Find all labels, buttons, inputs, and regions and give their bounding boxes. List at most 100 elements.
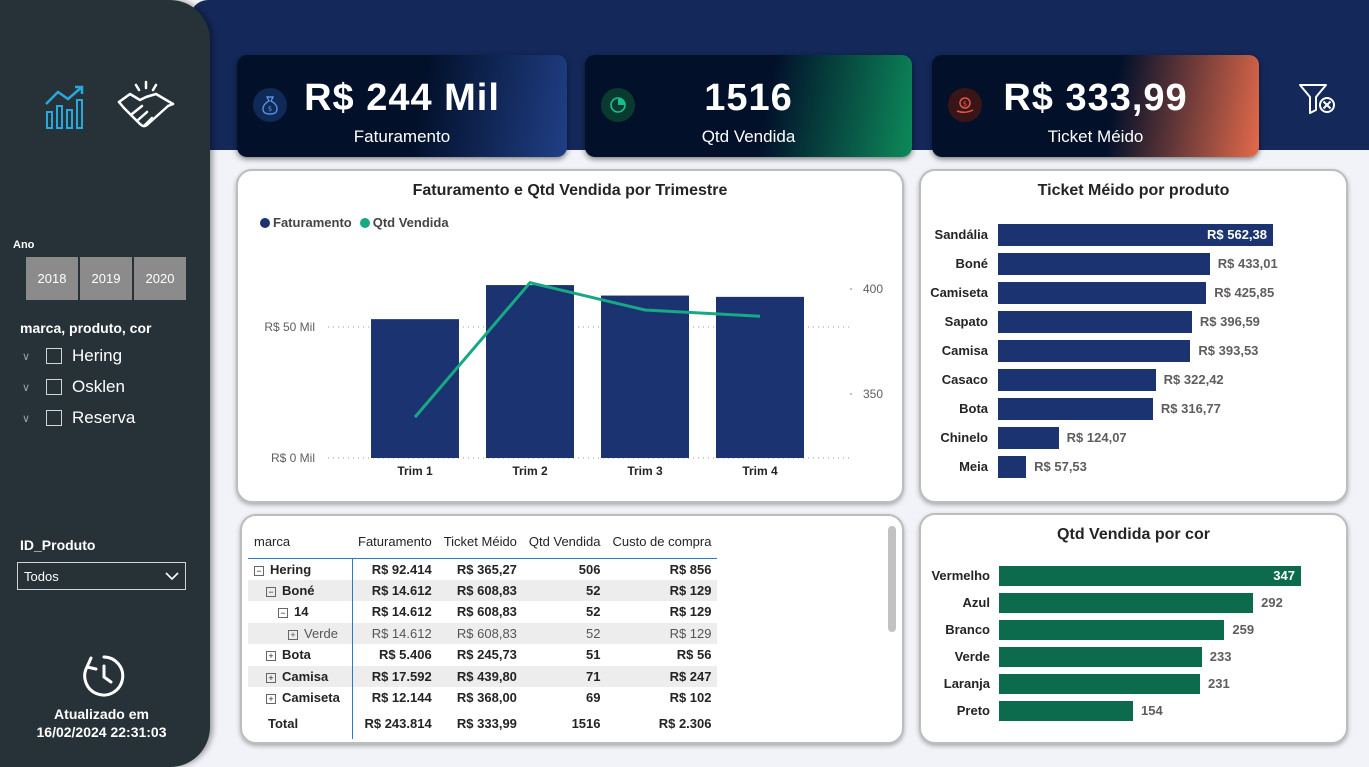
handshake-icon[interactable] — [116, 80, 176, 136]
expand-icon[interactable]: + — [266, 672, 276, 683]
brand-item-osklen[interactable]: ∨ Osklen — [22, 377, 125, 397]
table-cell: R$ 365,27 — [456, 561, 517, 577]
collapse-icon[interactable]: − — [278, 608, 288, 619]
scrollbar[interactable] — [888, 526, 896, 632]
bar-category-label: Verde — [954, 649, 990, 664]
y-tick-label: R$ 0 Mil — [271, 451, 315, 465]
kpi-label: Faturamento — [353, 127, 451, 146]
bar[interactable] — [999, 701, 1134, 721]
row-header-cell: + Camiseta — [248, 687, 353, 709]
table-cell: R$ 247 — [606, 665, 718, 687]
chart-trend-icon[interactable] — [44, 84, 86, 130]
x-tick-label: Trim 3 — [627, 464, 663, 478]
collapse-icon[interactable]: − — [266, 586, 276, 597]
bar[interactable] — [998, 340, 1191, 362]
bar[interactable] — [999, 674, 1201, 694]
column-header[interactable]: Ticket Méido — [437, 526, 523, 559]
row-label: 14 — [294, 604, 309, 620]
checkbox[interactable] — [46, 379, 62, 395]
chevron-down-icon[interactable]: ∨ — [22, 349, 36, 363]
kpi-faturamento: $ R$ 244 Mil Faturamento — [237, 55, 567, 157]
table-row[interactable]: + Camisa R$ 17.592 R$ 439,80 71 R$ 247 — [248, 665, 718, 687]
bar-value-label: R$ 57,53 — [1034, 459, 1087, 474]
table-row[interactable]: − Boné R$ 14.612 R$ 608,83 52 R$ 129 — [248, 579, 718, 601]
expand-icon[interactable]: + — [288, 629, 298, 640]
bar[interactable] — [998, 369, 1156, 391]
table-cell: R$ 12.144 — [371, 690, 432, 705]
bar-category-label: Vermelho — [931, 568, 990, 583]
table-row[interactable]: −14 R$ 14.612 R$ 608,83 52 R$ 129 — [248, 601, 717, 623]
total-label: Total — [248, 708, 353, 739]
table-row[interactable]: + Verde R$ 14.612 R$ 608,83 52 R$ 129 — [248, 622, 718, 644]
bar[interactable] — [998, 398, 1153, 420]
bar-value-label: R$ 433,01 — [1217, 256, 1278, 271]
row-header-cell: + Camisa — [248, 665, 353, 687]
expand-icon[interactable]: + — [266, 694, 276, 704]
collapse-icon[interactable]: − — [254, 565, 264, 576]
row-header-cell: −14 — [248, 601, 353, 623]
table-row[interactable]: + Bota R$ 5.406 R$ 245,73 51 R$ 56 — [248, 644, 717, 666]
row-header-cell: − Boné — [248, 579, 353, 601]
brand-item-label: Reserva — [72, 408, 136, 427]
table-cell: R$ 245,73 — [456, 647, 517, 663]
y2-tick-label: 350 — [863, 387, 883, 401]
bar-category-label: Sandália — [934, 227, 988, 242]
year-button-2019[interactable]: 2019 — [80, 257, 132, 300]
bar-faturamento[interactable] — [601, 295, 689, 458]
combo-chart-card: Faturamento e Qtd Vendida por Trimestre … — [236, 169, 904, 503]
column-header[interactable]: marca — [248, 526, 352, 559]
bar[interactable] — [999, 620, 1225, 640]
y2-tick-label: 400 — [863, 282, 883, 296]
cor-bar-chart: Vermelho 347 Azul 292 Branco 259 Verde 233 Laran… — [921, 515, 1346, 742]
table-cell: 52 — [522, 579, 607, 601]
line-qtd-vendida[interactable] — [413, 281, 761, 419]
bar-value-label: R$ 124,07 — [1066, 430, 1127, 445]
checkbox[interactable] — [46, 348, 62, 364]
table-cell: R$ 608,83 — [437, 579, 523, 601]
bar-faturamento[interactable] — [716, 296, 804, 458]
column-header[interactable]: Custo de compra — [606, 526, 718, 559]
bar[interactable] — [998, 253, 1210, 275]
brand-item-label: Hering — [72, 346, 123, 365]
column-header[interactable]: Qtd Vendida — [522, 526, 607, 559]
bar-faturamento[interactable] — [486, 285, 574, 458]
bar-faturamento[interactable] — [371, 319, 459, 458]
kpi-label: Ticket Méido — [1047, 127, 1144, 146]
id-product-dropdown[interactable]: Todos — [17, 562, 186, 590]
bar[interactable] — [998, 311, 1192, 333]
chevron-down-icon[interactable]: ∨ — [22, 411, 36, 425]
kpi-value: R$ 244 Mil — [304, 77, 500, 119]
clear-filter-icon[interactable] — [1298, 82, 1338, 116]
bar-value-label: 231 — [1208, 676, 1230, 691]
table-cell: 52 — [522, 622, 607, 644]
kpi-label: Qtd Vendida — [701, 127, 796, 146]
column-header[interactable]: Faturamento — [352, 526, 438, 559]
table-cell: R$ 608,83 — [437, 622, 523, 644]
right-tick-mark — [850, 288, 852, 290]
chevron-down-icon[interactable]: ∨ — [22, 380, 36, 394]
bar-category-label: Branco — [945, 622, 990, 637]
table-row[interactable]: − Hering R$ 92.414 R$ 365,27 506 R$ 856 — [248, 558, 717, 580]
x-tick-label: Trim 1 — [397, 464, 433, 478]
bar[interactable] — [998, 282, 1207, 304]
year-button-2018[interactable]: 2018 — [26, 257, 78, 300]
checkbox[interactable] — [46, 410, 62, 426]
bar[interactable] — [998, 456, 1027, 478]
table-cell: 52 — [586, 604, 601, 620]
table-cell: R$ 439,80 — [437, 665, 523, 687]
brand-item-hering[interactable]: ∨ Hering — [22, 346, 122, 366]
bar-value-label: 154 — [1141, 703, 1163, 718]
bar-value-label: 292 — [1261, 595, 1283, 610]
expand-icon[interactable]: + — [266, 651, 276, 662]
bar[interactable] — [998, 427, 1059, 449]
table-row[interactable]: + Camiseta R$ 12.144 R$ 368,00 69 R$ 102 — [248, 687, 717, 709]
brand-item-label: Osklen — [72, 377, 125, 396]
row-label: Camiseta — [282, 690, 340, 705]
bar-category-label: Azul — [962, 595, 990, 610]
bar[interactable] — [999, 647, 1202, 667]
table-cell: R$ 14.612 — [371, 604, 432, 620]
year-button-2020[interactable]: 2020 — [134, 257, 186, 300]
ticket-bar-chart: Sandália R$ 562,38 Boné R$ 433,01 Camiseta R$… — [921, 171, 1346, 501]
brand-item-reserva[interactable]: ∨ Reserva — [22, 408, 135, 428]
bar[interactable] — [999, 593, 1254, 613]
